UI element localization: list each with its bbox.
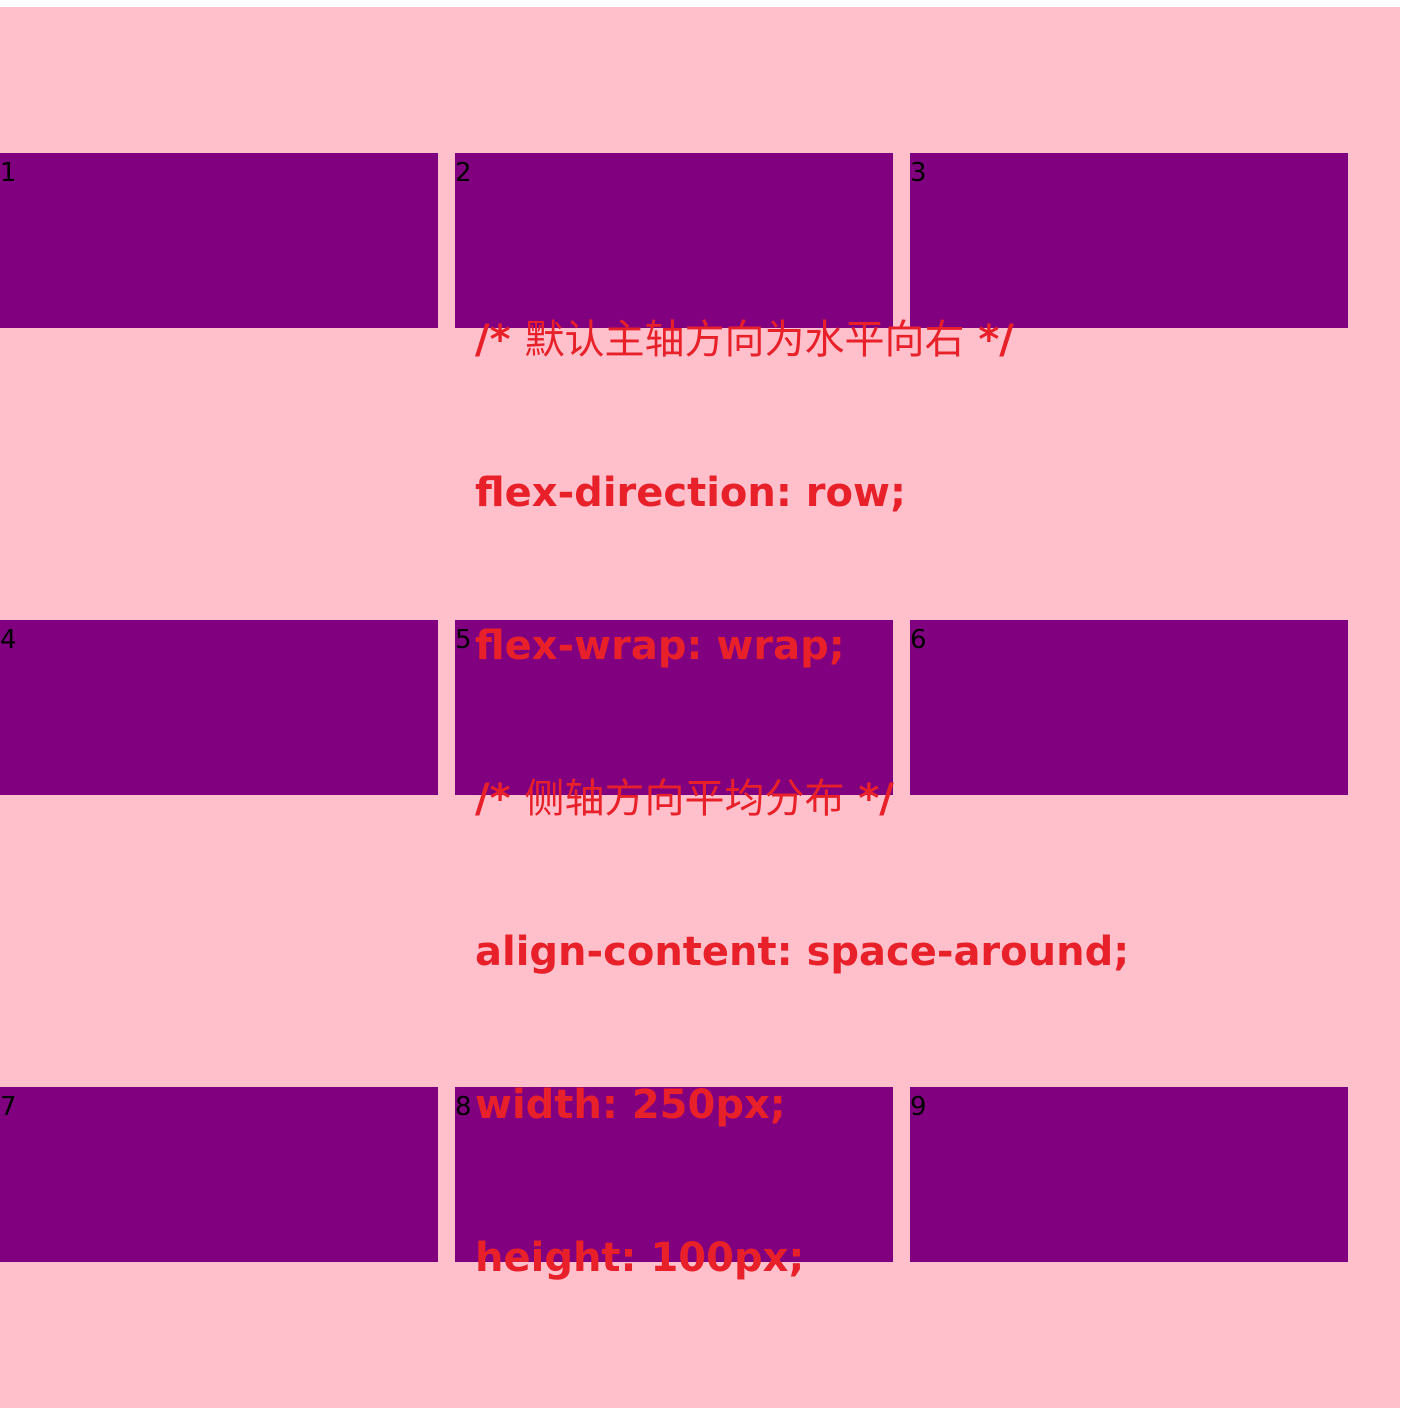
flex-item: 4 bbox=[0, 620, 438, 795]
flex-item: 8 bbox=[455, 1087, 893, 1262]
flex-item: 3 bbox=[910, 153, 1348, 328]
flex-container: 1 2 3 4 5 6 7 8 9 bbox=[0, 7, 1400, 1408]
flex-item: 2 bbox=[455, 153, 893, 328]
flex-item: 6 bbox=[910, 620, 1348, 795]
flex-item: 7 bbox=[0, 1087, 438, 1262]
flex-item: 5 bbox=[455, 620, 893, 795]
flex-item: 9 bbox=[910, 1087, 1348, 1262]
flex-item: 1 bbox=[0, 153, 438, 328]
page: 1 2 3 4 5 6 7 8 9 /* 默认主轴方向为水平向右 */ flex… bbox=[0, 0, 1404, 1418]
